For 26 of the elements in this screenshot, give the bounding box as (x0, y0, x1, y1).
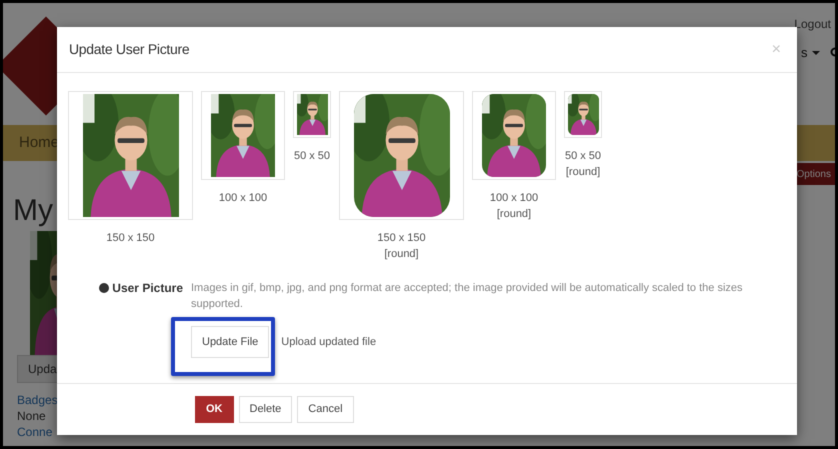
size-caption: 50 x 50 (294, 149, 330, 164)
dialog-title: Update User Picture (69, 40, 190, 59)
profile-link[interactable]: Badges (17, 391, 58, 409)
profile-link[interactable]: Conne (17, 423, 52, 441)
size-caption: 150 x 150 (106, 231, 155, 246)
dialog-button[interactable]: Cancel (297, 396, 354, 423)
profile-text: None (17, 408, 46, 425)
help-text: Images in gif, bmp, jpg, and png format are accepted; the image provided will be automatically scaled to the sizes supported. (191, 281, 744, 312)
menu-link[interactable]: Logout (794, 15, 831, 33)
size-caption: 100 x 100 (218, 191, 268, 206)
page-heading: My (13, 193, 53, 229)
caret-icon (812, 50, 820, 55)
size-caption: 100 x 100 (490, 191, 538, 206)
size-caption: 50 x 50 (564, 149, 602, 164)
field-label: User Picture (112, 280, 183, 297)
nav-link[interactable]: Home (19, 132, 60, 154)
round-caption: [round] (384, 247, 419, 262)
dialog-button[interactable]: Delete (238, 396, 292, 423)
round-caption: [round] (566, 165, 600, 180)
nav-menu-item[interactable]: s (801, 43, 808, 62)
size-caption: 150 x 150 (377, 231, 426, 246)
round-caption: [round] (496, 207, 532, 222)
update-file-button[interactable]: Update File (191, 326, 270, 358)
help-icon (99, 283, 110, 293)
ok-button[interactable]: OK (195, 396, 234, 423)
upload-note: Upload updated file (281, 334, 376, 350)
